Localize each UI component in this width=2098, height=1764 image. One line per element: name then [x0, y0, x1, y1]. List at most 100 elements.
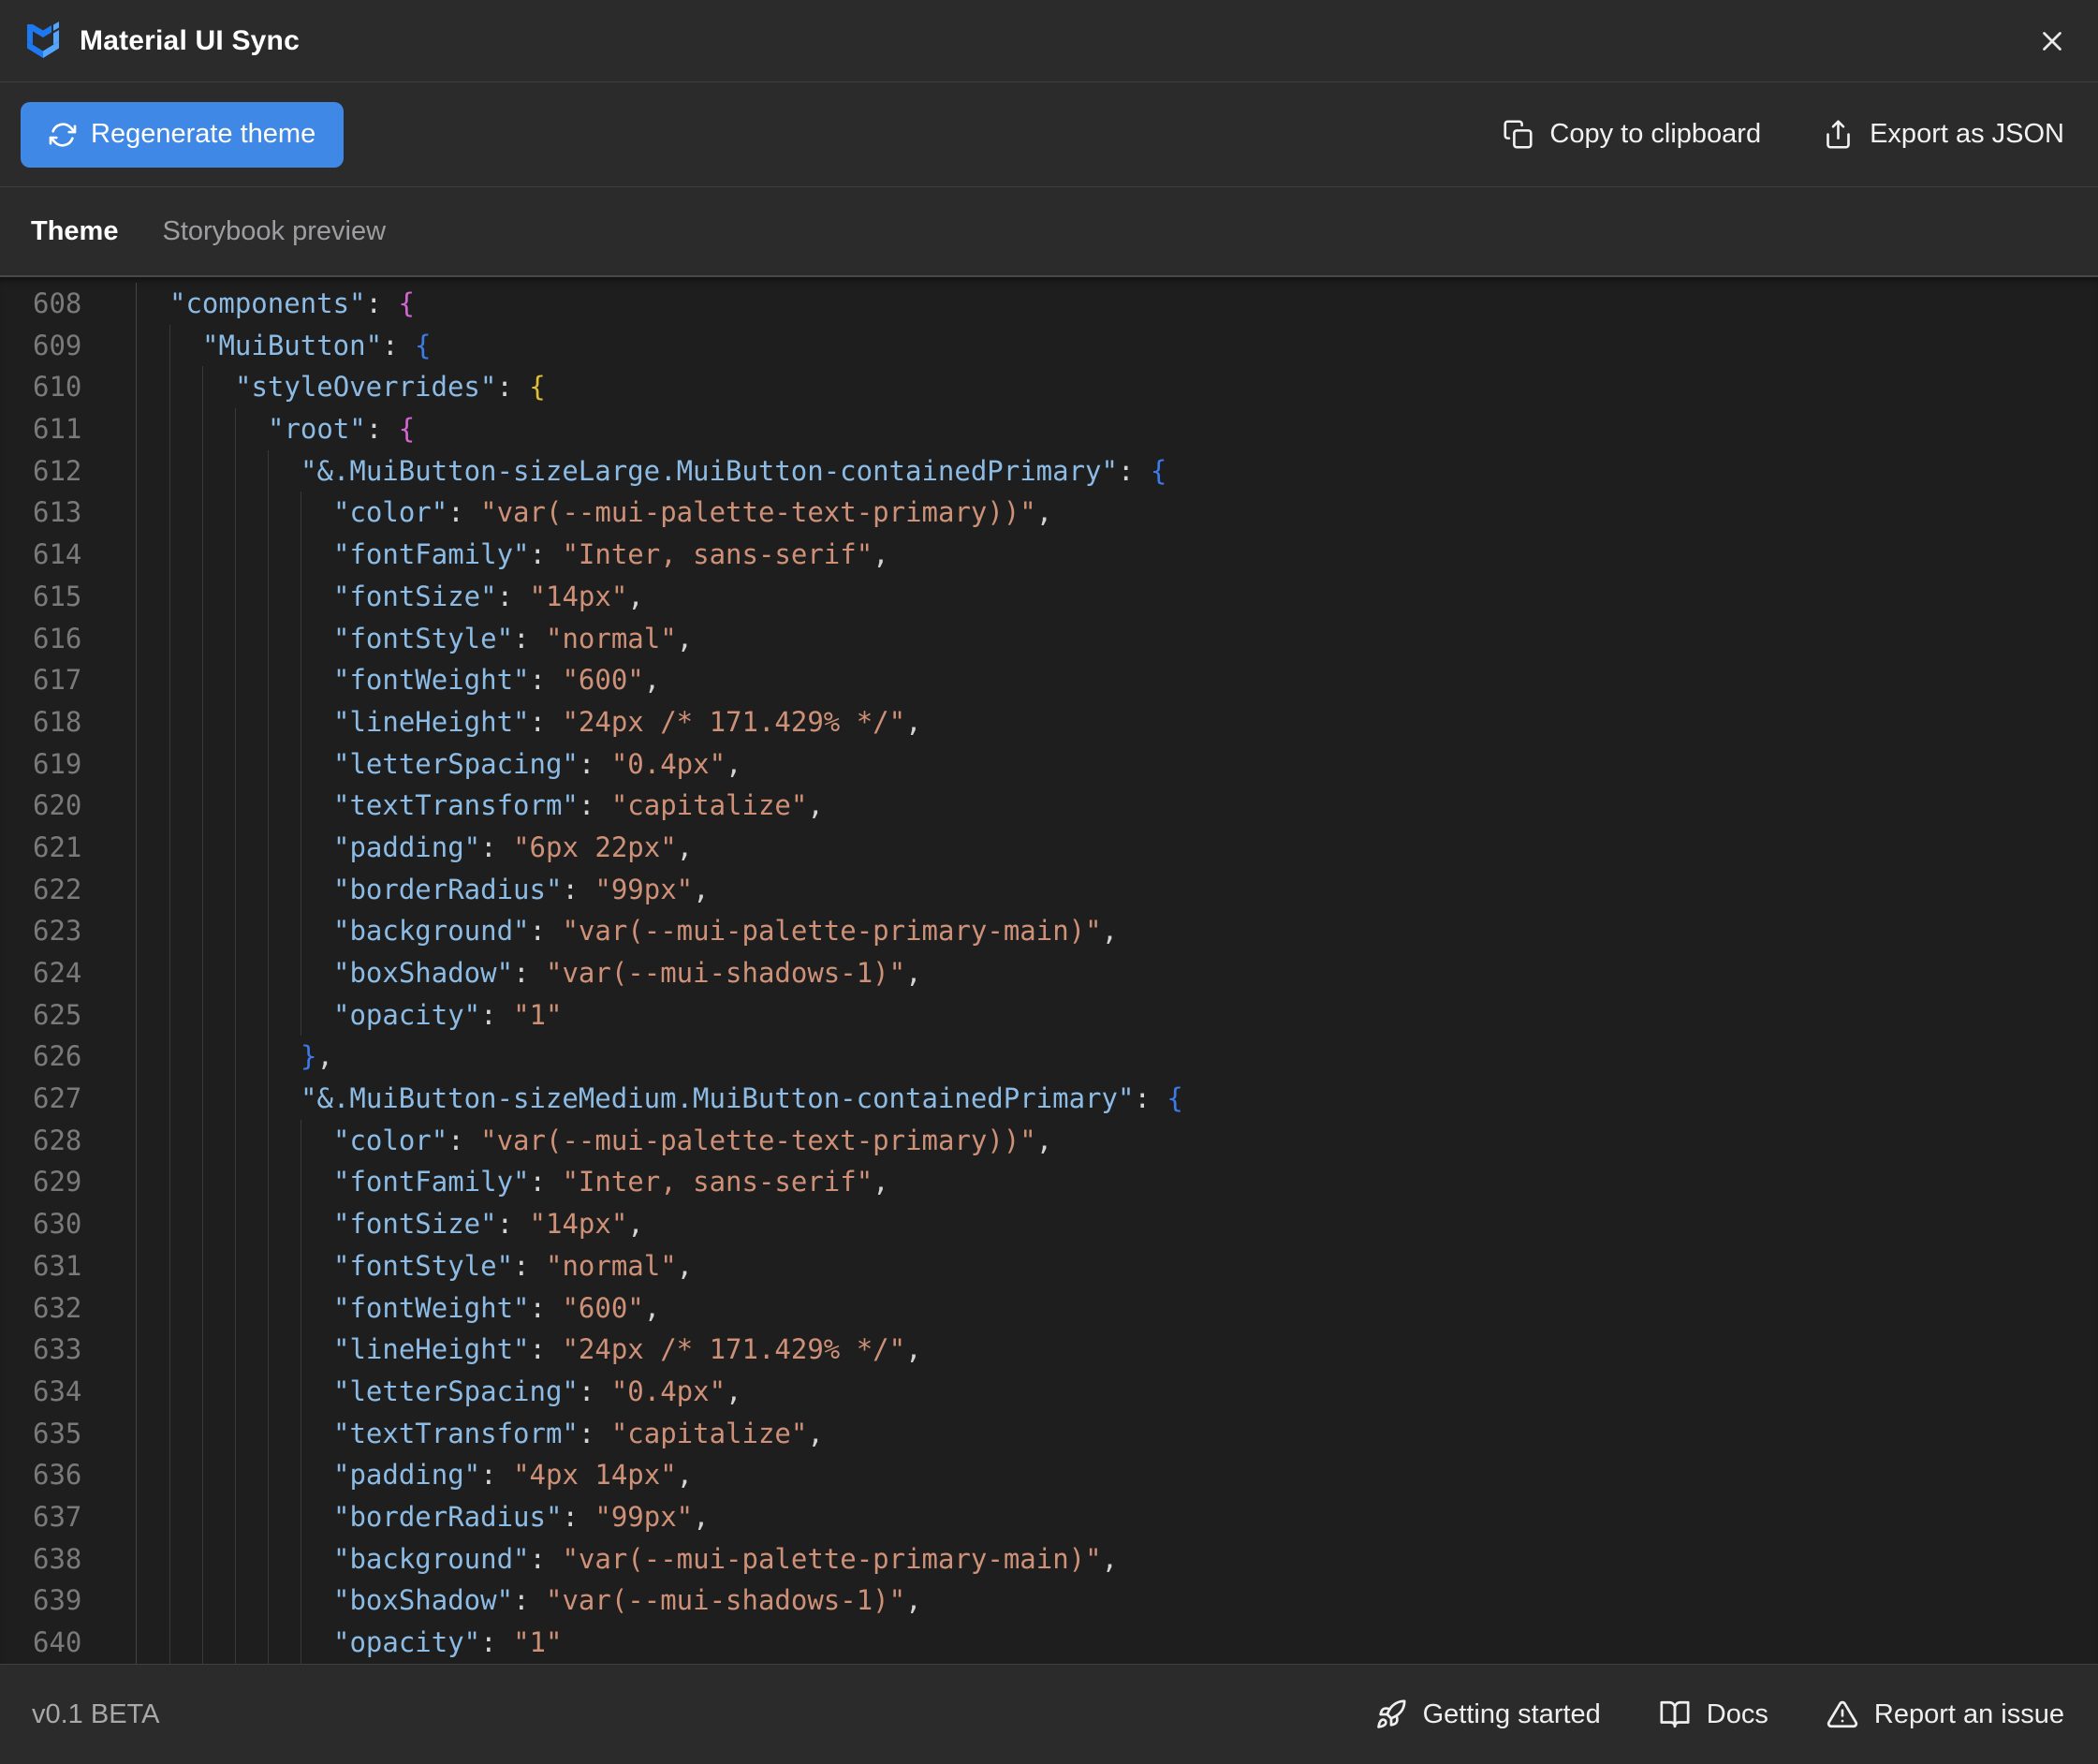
code-text: "fontWeight": "600",: [137, 1287, 2098, 1330]
footer: v0.1 BETA Getting started Docs: [0, 1664, 2098, 1764]
code-text: "MuiButton": {: [137, 325, 2098, 367]
indent-guide: [268, 1245, 269, 1287]
indent-guide: [235, 1161, 236, 1203]
code-text: },: [137, 1036, 2098, 1078]
docs-link[interactable]: Docs: [1659, 1698, 1768, 1730]
indent-guide: [202, 1203, 203, 1245]
indent-guide: [169, 1622, 170, 1664]
indent-guide: [235, 450, 236, 492]
line-number: 610: [0, 366, 137, 408]
line-number: 627: [0, 1078, 137, 1120]
export-as-json-label: Export as JSON: [1870, 119, 2064, 150]
indent-guide: [202, 785, 203, 827]
close-button[interactable]: [2031, 20, 2074, 63]
code-line: 639"boxShadow": "var(--mui-shadows-1)",: [0, 1580, 2098, 1622]
line-number: 622: [0, 869, 137, 911]
code-text: "&.MuiButton-sizeLarge.MuiButton-contain…: [137, 450, 2098, 492]
indent-guide: [202, 701, 203, 743]
indent-guide: [268, 1161, 269, 1203]
getting-started-link[interactable]: Getting started: [1375, 1698, 1601, 1730]
indent-guide: [235, 1078, 236, 1120]
indent-guide: [235, 1622, 236, 1664]
book-icon: [1659, 1698, 1691, 1730]
indent-guide: [202, 743, 203, 786]
copy-to-clipboard-button[interactable]: Copy to clipboard: [1503, 119, 1761, 150]
code-line: 640"opacity": "1": [0, 1622, 2098, 1664]
tab-theme[interactable]: Theme: [31, 216, 118, 247]
indent-guide: [169, 701, 170, 743]
line-number: 639: [0, 1580, 137, 1622]
code-text: "boxShadow": "var(--mui-shadows-1)",: [137, 1580, 2098, 1622]
report-an-issue-link[interactable]: Report an issue: [1827, 1698, 2064, 1730]
mui-logo-icon: [22, 19, 64, 64]
indent-guide: [169, 1036, 170, 1078]
indent-guide: [235, 618, 236, 660]
indent-guide: [268, 743, 269, 786]
indent-guide: [169, 827, 170, 869]
indent-guide: [235, 827, 236, 869]
indent-guide: [169, 408, 170, 450]
indent-guide: [169, 1287, 170, 1330]
code-line: 624"boxShadow": "var(--mui-shadows-1)",: [0, 952, 2098, 994]
code-text: "root": {: [137, 408, 2098, 450]
indent-guide: [202, 618, 203, 660]
indent-guide: [235, 659, 236, 701]
code-line: 625"opacity": "1": [0, 994, 2098, 1036]
code-text: "fontFamily": "Inter, sans-serif",: [137, 534, 2098, 576]
code-text: "fontSize": "14px",: [137, 576, 2098, 618]
code-editor[interactable]: 608"components": {609"MuiButton": {610"s…: [0, 277, 2098, 1664]
line-number: 620: [0, 785, 137, 827]
tab-storybook-preview[interactable]: Storybook preview: [162, 216, 386, 247]
indent-guide: [268, 1078, 269, 1120]
indent-guide: [202, 1120, 203, 1162]
code-text: "padding": "6px 22px",: [137, 827, 2098, 869]
indent-guide: [235, 534, 236, 576]
indent-guide: [268, 869, 269, 911]
indent-guide: [235, 1496, 236, 1538]
regenerate-theme-button[interactable]: Regenerate theme: [21, 102, 344, 168]
line-number: 613: [0, 492, 137, 534]
code-text: "fontFamily": "Inter, sans-serif",: [137, 1161, 2098, 1203]
line-number: 619: [0, 743, 137, 786]
indent-guide: [169, 1496, 170, 1538]
indent-guide: [268, 659, 269, 701]
line-number: 621: [0, 827, 137, 869]
copy-icon: [1503, 119, 1533, 150]
indent-guide: [169, 1413, 170, 1455]
code-line: 622"borderRadius": "99px",: [0, 869, 2098, 911]
code-text: "fontSize": "14px",: [137, 1203, 2098, 1245]
code-line: 631"fontStyle": "normal",: [0, 1245, 2098, 1287]
line-number: 609: [0, 325, 137, 367]
line-number: 638: [0, 1538, 137, 1580]
code-line: 637"borderRadius": "99px",: [0, 1496, 2098, 1538]
indent-guide: [169, 1203, 170, 1245]
line-number: 630: [0, 1203, 137, 1245]
code-text: "&.MuiButton-sizeMedium.MuiButton-contai…: [137, 1078, 2098, 1120]
toolbar-actions: Copy to clipboard Export as JSON: [1503, 119, 2064, 150]
code-text: "opacity": "1": [137, 1622, 2098, 1664]
indent-guide: [235, 785, 236, 827]
indent-guide: [235, 1287, 236, 1330]
code-text: "fontWeight": "600",: [137, 659, 2098, 701]
line-number: 633: [0, 1329, 137, 1371]
indent-guide: [268, 576, 269, 618]
indent-guide: [235, 1245, 236, 1287]
indent-guide: [268, 1496, 269, 1538]
header: Material UI Sync: [0, 0, 2098, 82]
code-text: "textTransform": "capitalize",: [137, 785, 2098, 827]
code-line: 638"background": "var(--mui-palette-prim…: [0, 1538, 2098, 1580]
code-text: "opacity": "1": [137, 994, 2098, 1036]
refresh-icon: [49, 121, 77, 149]
docs-label: Docs: [1707, 1699, 1768, 1730]
getting-started-label: Getting started: [1423, 1699, 1601, 1730]
indent-guide: [169, 1078, 170, 1120]
code-text: "borderRadius": "99px",: [137, 869, 2098, 911]
indent-guide: [169, 534, 170, 576]
code-line: 616"fontStyle": "normal",: [0, 618, 2098, 660]
code-line: 635"textTransform": "capitalize",: [0, 1413, 2098, 1455]
export-as-json-button[interactable]: Export as JSON: [1823, 119, 2064, 150]
indent-guide: [202, 1078, 203, 1120]
indent-guide: [169, 1371, 170, 1413]
indent-guide: [169, 325, 170, 367]
code-line: 630"fontSize": "14px",: [0, 1203, 2098, 1245]
